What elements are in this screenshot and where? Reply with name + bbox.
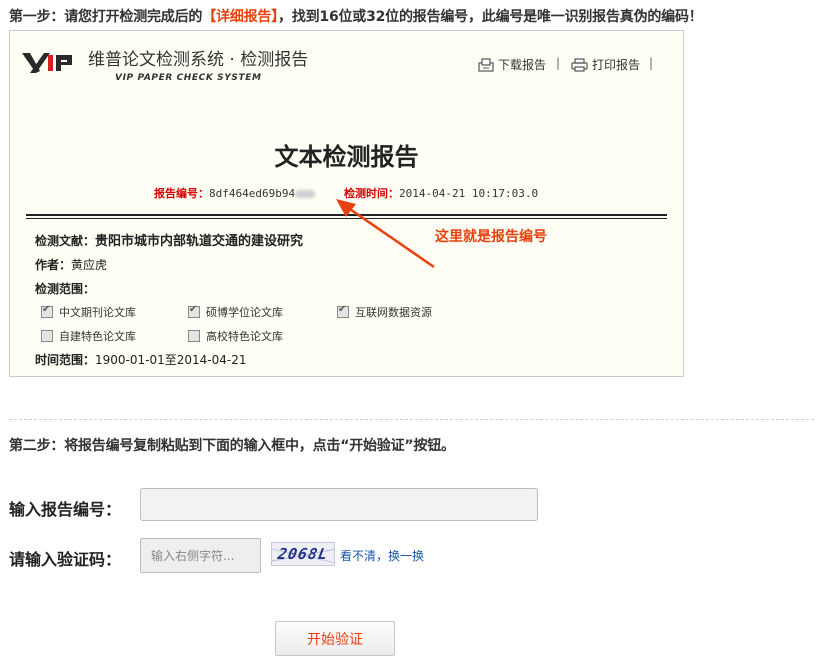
section-divider <box>9 419 814 420</box>
checkbox-checked <box>337 304 349 318</box>
print-report-label: 打印报告 <box>592 58 641 72</box>
report-number-row: 报告编号：8df464ed69b94 <box>154 185 316 201</box>
time-range-label: 时间范围： <box>35 353 96 367</box>
print-report-button: 打印报告 <box>571 56 640 73</box>
captcha-input[interactable] <box>140 538 261 573</box>
captcha-image[interactable]: 2068L <box>271 542 335 566</box>
scope-option-label: 互联网数据资源 <box>355 306 432 319</box>
scope-label: 检测范围： <box>35 282 96 296</box>
step1-instruction: 第一步：请您打开检测完成后的【详细报告】，找到16位或32位的报告编号，此编号是… <box>9 6 703 26</box>
document-row: 检测文献：贵阳市城市内部轨道交通的建设研究 <box>35 230 303 249</box>
author-row: 作者：黄应虎 <box>35 256 107 273</box>
system-title: 维普论文检测系统 · 检测报告 <box>88 50 309 70</box>
report-number-input[interactable] <box>140 488 538 521</box>
system-subtitle: VIP PAPER CHECK SYSTEM <box>115 73 262 83</box>
time-range-row: 时间范围：1900-01-01至2014-04-21 <box>35 351 247 368</box>
download-icon <box>478 57 494 72</box>
report-number-field-label: 输入报告编号： <box>9 500 122 519</box>
vip-logo-icon <box>22 53 72 73</box>
scope-option: 中文期刊论文库 <box>41 304 136 320</box>
scope-option-label: 中文期刊论文库 <box>59 306 136 319</box>
scope-option-label: 高校特色论文库 <box>206 330 283 343</box>
scope-option: 互联网数据资源 <box>337 304 432 320</box>
start-verify-button[interactable]: 开始验证 <box>275 621 395 656</box>
step1-highlight: 【详细报告】 <box>202 9 279 25</box>
scope-option-label: 硕博学位论文库 <box>206 306 283 319</box>
document-value: 贵阳市城市内部轨道交通的建设研究 <box>95 234 304 249</box>
callout-label: 这里就是报告编号 <box>435 229 547 245</box>
step1-suffix: ，找到16位或32位的报告编号，此编号是唯一识别报告真伪的编码！ <box>278 9 703 25</box>
arrow-icon <box>336 199 435 269</box>
scope-option-label: 自建特色论文库 <box>59 330 136 343</box>
report-title: 文本检测报告 <box>274 143 419 171</box>
toolbar-separator: | <box>556 56 561 70</box>
scope-option: 硕博学位论文库 <box>188 304 283 320</box>
scope-option: 自建特色论文库 <box>41 328 136 344</box>
checkbox-unchecked <box>188 330 200 342</box>
document-label: 检测文献： <box>35 234 96 248</box>
time-range-value: 1900-01-01至2014-04-21 <box>95 353 247 367</box>
scope-row: 检测范围： <box>35 280 95 297</box>
captcha-text: 2068L <box>276 545 330 563</box>
captcha-field-label: 请输入验证码： <box>9 550 122 569</box>
scope-option: 高校特色论文库 <box>188 328 283 344</box>
toolbar-separator: | <box>649 56 654 70</box>
report-number-label: 报告编号： <box>154 187 209 200</box>
download-report-button: 下载报告 <box>478 56 546 73</box>
author-value: 黄应虎 <box>71 258 108 272</box>
printer-icon <box>571 57 588 72</box>
author-label: 作者： <box>35 258 72 272</box>
checkbox-checked <box>188 304 200 318</box>
step2-instruction: 第二步：将报告编号复制粘贴到下面的输入框中，点击“开始验证”按钮。 <box>9 438 455 454</box>
step1-prefix: 第一步：请您打开检测完成后的 <box>9 9 203 25</box>
refresh-captcha-link[interactable]: 看不清，换一换 <box>340 547 424 564</box>
redacted-mark <box>295 190 316 198</box>
report-number-value: 8df464ed69b94 <box>209 187 296 200</box>
download-report-label: 下载报告 <box>498 58 547 72</box>
checkbox-unchecked <box>41 330 53 342</box>
checkbox-checked <box>41 304 53 318</box>
